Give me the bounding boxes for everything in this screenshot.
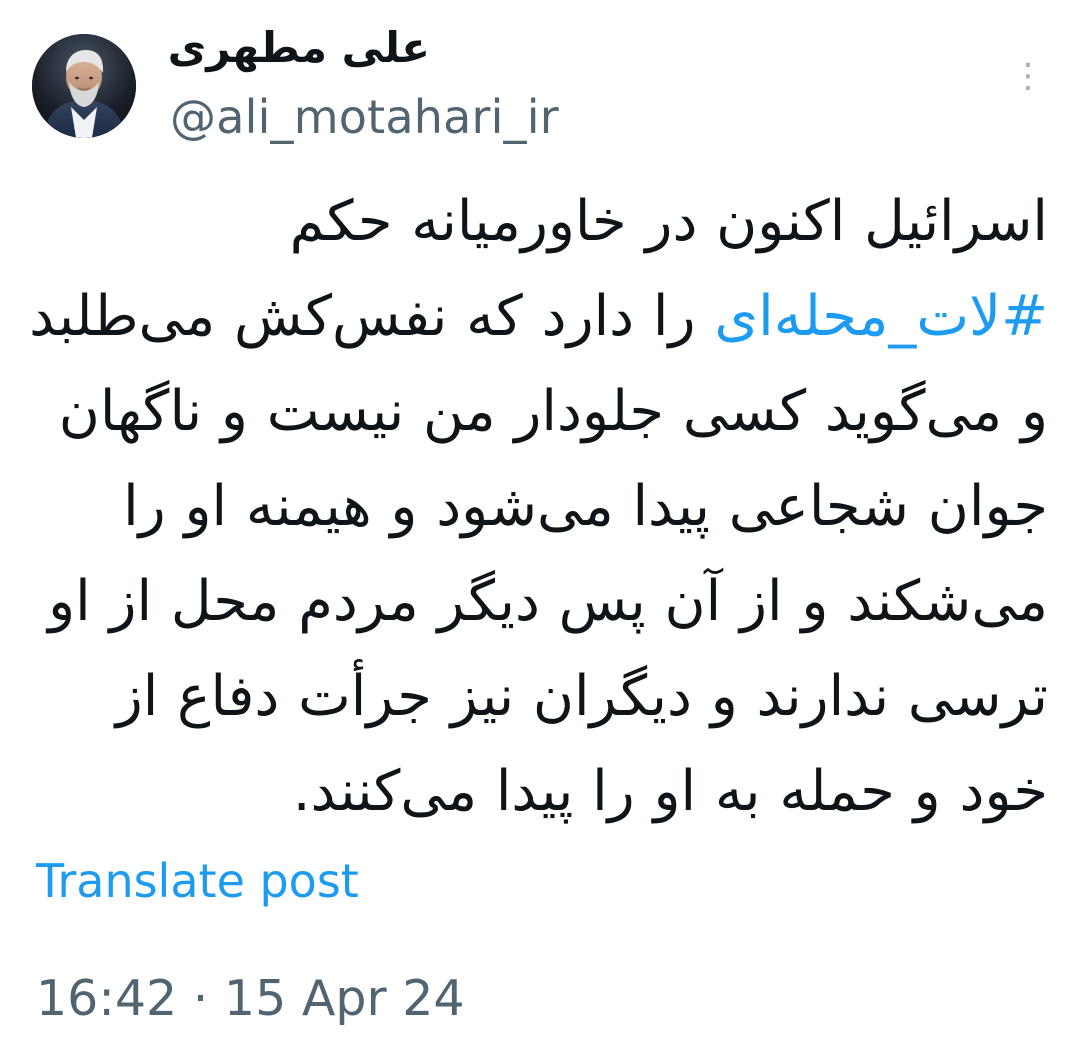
tweet-line-7: خود و حمله به او را پیدا می‌کنند. [292,759,1048,824]
tweet-line-1: اسرائیل اکنون در خاورمیانه حکم [289,189,1048,254]
tweet-line-2: #لات_محله‌ای را دارد که نفس‌کش می‌طلبد [29,269,1048,364]
tweet-line-6: ترسی ندارند و دیگران نیز جرأت دفاع از [115,664,1048,729]
display-name[interactable]: علی مطهری [168,22,430,74]
hashtag-link[interactable]: #لات_محله‌ای [714,284,1048,349]
post-timestamp[interactable]: 16:42 · 15 Apr 24 [36,969,465,1029]
avatar[interactable] [32,34,136,138]
profile-photo [32,34,136,138]
tweet-line-4: جوان شجاعی پیدا می‌شود و هیمنه او را [123,474,1048,539]
tweet-line-3: و می‌گوید کسی جلودار من نیست و ناگهان [58,379,1048,444]
user-handle[interactable]: @ali_motahari_ir [170,89,559,145]
tweet-text: اسرائیل اکنون در خاورمیانه حکم #لات_محله… [29,174,1048,839]
tweet-line-2-text: را دارد که نفس‌کش می‌طلبد [29,284,715,349]
translate-post-link[interactable]: Translate post [36,852,359,910]
more-vertical-icon: ⋮ [1011,56,1045,96]
more-options-button[interactable]: ⋮ [1008,58,1048,98]
tweet-line-5: می‌شکند و از آن پس دیگر مردم محل از او [48,569,1048,634]
